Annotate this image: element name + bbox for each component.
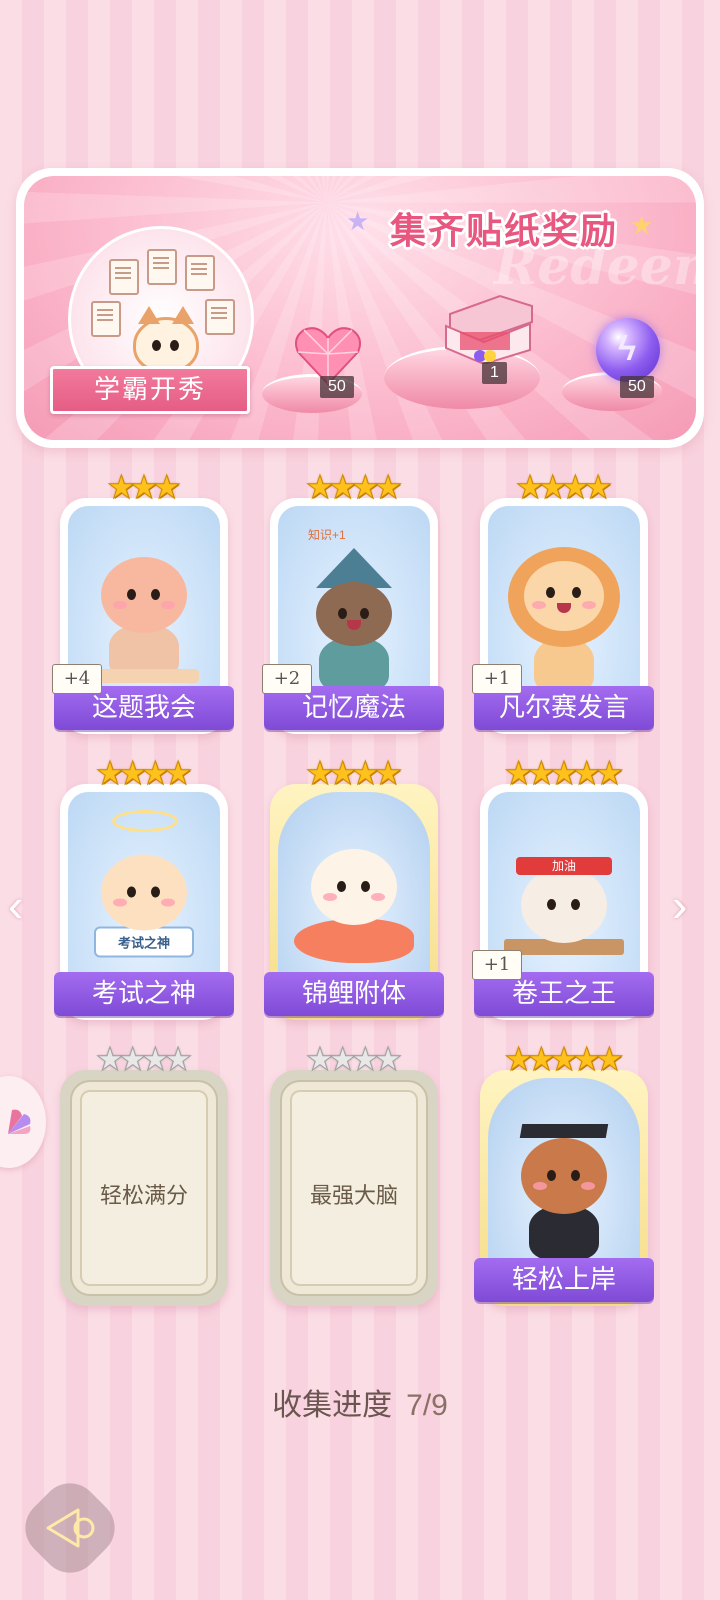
document-icon xyxy=(185,255,215,291)
star-rating: ★★★★ xyxy=(270,468,438,506)
document-icon xyxy=(109,259,139,295)
star-rating: ★★★★★ xyxy=(480,754,648,792)
sticker-card[interactable]: ★★★★ 凡尔赛发言 +1 xyxy=(472,469,654,734)
star-decoration-icon: ★ xyxy=(630,210,654,240)
star-decoration-icon: ★ xyxy=(346,206,370,236)
reward-banner: Redeem ★ ★ 集齐贴纸奖励 学霸开秀 50 xyxy=(16,168,704,448)
reward-quantity: 50 xyxy=(620,376,654,398)
star-icon: ★ xyxy=(373,469,403,506)
sticker-card[interactable]: ★★★★ 考试之神 考试之神 xyxy=(54,755,234,1020)
star-icon: ★ xyxy=(583,469,613,506)
star-icon: ★ xyxy=(373,1041,403,1078)
squirrel-graduate-icon xyxy=(519,1124,609,1261)
sticker-name: 轻松满分 xyxy=(99,1184,188,1209)
progress-label: 收集进度 xyxy=(272,1389,393,1422)
koi-fish-icon xyxy=(294,919,414,964)
cat-mascot-icon xyxy=(133,306,199,373)
chevron-left-icon[interactable]: ‹ xyxy=(8,878,23,932)
star-rating: ★★★★★ xyxy=(480,1040,648,1078)
duplicate-count-badge: +2 xyxy=(262,664,312,694)
reward-quantity: 50 xyxy=(320,376,354,398)
gift-box-icon[interactable] xyxy=(440,294,536,364)
star-icon: ★ xyxy=(163,1041,193,1078)
document-icon xyxy=(91,301,121,337)
sticker-card[interactable]: ★★★★ 知识+1 记忆魔法 +2 xyxy=(262,469,444,734)
star-rating: ★★★★ xyxy=(60,1040,228,1078)
sticker-card[interactable]: ★★★★★ 加油 卷王之王 +1 xyxy=(472,755,654,1020)
sticker-name: 考试之神 xyxy=(54,972,234,1016)
star-rating: ★★★★ xyxy=(270,754,438,792)
sticker-name: 最强大脑 xyxy=(309,1184,398,1209)
document-icon xyxy=(147,249,177,285)
star-rating: ★★★ xyxy=(60,468,228,506)
star-rating: ★★★★ xyxy=(480,468,648,506)
sticker-card[interactable]: ★★★★ 锦鲤附体 xyxy=(264,755,444,1020)
progress-value: 7/9 xyxy=(406,1389,448,1422)
sticker-card[interactable]: ★★★ 这题我会 +4 xyxy=(52,469,234,734)
sticker-card-locked[interactable]: ★★★★ 轻松满分 xyxy=(60,1041,228,1306)
reward-quantity: 1 xyxy=(482,362,507,384)
sticker-placeholder: 轻松满分 xyxy=(70,1080,218,1296)
purple-energy-orb-icon[interactable]: ϟ xyxy=(596,318,660,382)
collection-progress: 收集进度 7/9 xyxy=(0,1380,720,1424)
star-icon: ★ xyxy=(595,1041,625,1078)
angel-cat-icon: 考试之神 xyxy=(94,854,194,958)
chevron-right-icon[interactable]: › xyxy=(672,878,687,932)
side-menu-tab[interactable] xyxy=(0,1076,46,1168)
graduation-cap-icon xyxy=(519,1124,609,1139)
reward-banner-background: Redeem ★ ★ 集齐贴纸奖励 学霸开秀 50 xyxy=(24,176,696,440)
star-icon: ★ xyxy=(152,469,182,506)
banner-title: 集齐贴纸奖励 xyxy=(390,210,619,251)
bear-icon xyxy=(89,557,199,684)
document-icon xyxy=(205,299,235,335)
star-rating: ★★★★ xyxy=(60,754,228,792)
fan-icon xyxy=(8,1109,31,1134)
star-icon: ★ xyxy=(595,755,625,792)
back-arrow-icon[interactable] xyxy=(44,1500,100,1556)
star-icon: ★ xyxy=(163,755,193,792)
star-rating: ★★★★ xyxy=(270,1040,438,1078)
sticker-card-locked[interactable]: ★★★★ 最强大脑 xyxy=(270,1041,438,1306)
sticker-name: 轻松上岸 xyxy=(474,1258,654,1302)
sticker-card[interactable]: ★★★★★ 轻松上岸 xyxy=(474,1041,654,1306)
star-icon: ★ xyxy=(373,755,403,792)
scholar-label: 学霸开秀 xyxy=(50,366,250,414)
duplicate-count-badge: +4 xyxy=(52,664,102,694)
duplicate-count-badge: +1 xyxy=(472,950,522,980)
duplicate-count-badge: +1 xyxy=(472,664,522,694)
headband-text: 加油 xyxy=(516,857,612,876)
lion-icon xyxy=(508,547,620,694)
halo-icon xyxy=(112,810,178,832)
art-caption: 考试之神 xyxy=(94,926,194,958)
sticker-name: 锦鲤附体 xyxy=(264,972,444,1016)
art-caption: 知识+1 xyxy=(308,528,346,542)
bear-koi-icon xyxy=(294,849,414,964)
otter-wizard-icon xyxy=(316,548,392,693)
cat-studying-icon: 加油 xyxy=(504,857,624,956)
sticker-placeholder: 最强大脑 xyxy=(280,1080,428,1296)
